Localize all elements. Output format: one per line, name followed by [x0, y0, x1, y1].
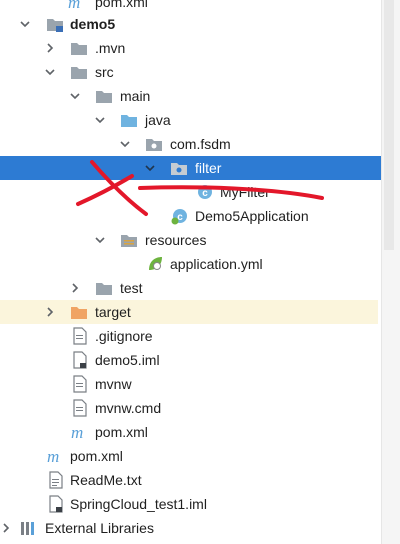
- package-icon: [170, 159, 188, 177]
- libraries-icon: [20, 519, 38, 537]
- spring-leaf-icon: [146, 255, 164, 273]
- tree-item-label: ReadMe.txt: [70, 472, 142, 488]
- tree-item-label: application.yml: [170, 256, 263, 272]
- tree-item-label: SpringCloud_test1.iml: [70, 496, 207, 512]
- tree-item-label: mvnw: [95, 376, 132, 392]
- tree-item-label: demo5: [70, 16, 116, 32]
- chevron-down-icon[interactable]: [93, 233, 107, 247]
- tree-item-label: pom.xml: [95, 424, 148, 440]
- maven-m-icon: m: [46, 447, 64, 465]
- chevron-down-icon[interactable]: [118, 137, 132, 151]
- file-icon: [71, 327, 89, 345]
- tree-item-application-yml[interactable]: application.yml: [0, 252, 378, 276]
- tree-item-com-fsdm[interactable]: com.fsdm: [0, 132, 378, 156]
- spring-class-icon: c: [171, 207, 189, 225]
- tree-item-pom-xml[interactable]: m pom.xml: [0, 420, 378, 444]
- tree-item-test[interactable]: test: [0, 276, 378, 300]
- tree-item-myfilter[interactable]: c MyFilter: [0, 180, 378, 204]
- tree-item-label: Demo5Application: [195, 208, 309, 224]
- chevron-right-icon[interactable]: [0, 521, 13, 535]
- folder-icon: [95, 279, 113, 297]
- tree-item-label: MyFilter: [220, 184, 270, 200]
- scrollbar-thumb[interactable]: [384, 0, 394, 250]
- chevron-down-icon[interactable]: [143, 161, 157, 175]
- tree-item-external-libraries[interactable]: External Libraries: [0, 516, 378, 540]
- class-icon: c: [196, 183, 214, 201]
- chevron-right-icon[interactable]: [43, 41, 57, 55]
- chevron-down-icon[interactable]: [93, 113, 107, 127]
- svg-text:m: m: [71, 424, 83, 440]
- maven-m-icon: m: [70, 423, 88, 441]
- tree-item-label: test: [120, 280, 143, 296]
- tree-item-label: .mvn: [95, 40, 126, 56]
- file-icon: [71, 351, 89, 369]
- tree-item-src[interactable]: src: [0, 60, 378, 84]
- tree-item-label: target: [95, 304, 131, 320]
- tree-item-main[interactable]: main: [0, 84, 378, 108]
- svg-text:m: m: [47, 448, 59, 464]
- file-icon: [47, 471, 65, 489]
- package-icon: [145, 135, 163, 153]
- tree-item-label: External Libraries: [45, 520, 154, 536]
- chevron-down-icon[interactable]: [68, 89, 82, 103]
- tree-item-label: pom.xml: [70, 448, 123, 464]
- tree-item-label: .gitignore: [95, 328, 153, 344]
- tree-item-label: main: [120, 88, 151, 104]
- tree-item-pom-xml-root[interactable]: m pom.xml: [0, 444, 378, 468]
- folder-icon: [70, 63, 88, 81]
- tree-item-label: mvnw.cmd: [95, 400, 162, 416]
- tree-item-filter[interactable]: filter: [0, 156, 382, 180]
- tree-item-label: filter: [195, 160, 222, 176]
- tree-item-label: demo5.iml: [95, 352, 160, 368]
- module-folder-icon: [46, 15, 64, 33]
- tree-item-mvnw[interactable]: mvnw: [0, 372, 378, 396]
- svg-text:m: m: [68, 0, 80, 10]
- project-tree: m pom.xml demo5 .mvn src main java com.f…: [0, 0, 400, 544]
- tree-item-label: java: [145, 112, 171, 128]
- tree-item-mvnw-cmd[interactable]: mvnw.cmd: [0, 396, 378, 420]
- tree-item-mvn[interactable]: .mvn: [0, 36, 378, 60]
- tree-item-demo5-iml[interactable]: demo5.iml: [0, 348, 378, 372]
- maven-m-icon: m: [67, 0, 85, 11]
- tree-item-demo5[interactable]: demo5: [0, 12, 378, 36]
- svg-text:c: c: [202, 188, 208, 199]
- tree-item-label: com.fsdm: [170, 136, 231, 152]
- tree-item-label: src: [95, 64, 114, 80]
- file-icon: [71, 399, 89, 417]
- tree-item-java[interactable]: java: [0, 108, 378, 132]
- tree-item-target[interactable]: target: [0, 300, 378, 324]
- tree-item-readme-txt[interactable]: ReadMe.txt: [0, 468, 378, 492]
- chevron-right-icon[interactable]: [43, 305, 57, 319]
- source-folder-icon: [120, 111, 138, 129]
- tree-item-demo5application[interactable]: c Demo5Application: [0, 204, 378, 228]
- excluded-folder-icon: [70, 303, 88, 321]
- folder-icon: [70, 39, 88, 57]
- file-icon: [71, 375, 89, 393]
- chevron-right-icon[interactable]: [68, 281, 82, 295]
- resources-folder-icon: [120, 231, 138, 249]
- chevron-down-icon[interactable]: [18, 17, 32, 31]
- folder-icon: [95, 87, 113, 105]
- chevron-down-icon[interactable]: [43, 65, 57, 79]
- file-icon: [47, 495, 65, 513]
- tree-item-gitignore[interactable]: .gitignore: [0, 324, 378, 348]
- tree-item-springcloud-test1-iml[interactable]: SpringCloud_test1.iml: [0, 492, 378, 516]
- tree-item-resources[interactable]: resources: [0, 228, 378, 252]
- tree-item-label: resources: [145, 232, 207, 248]
